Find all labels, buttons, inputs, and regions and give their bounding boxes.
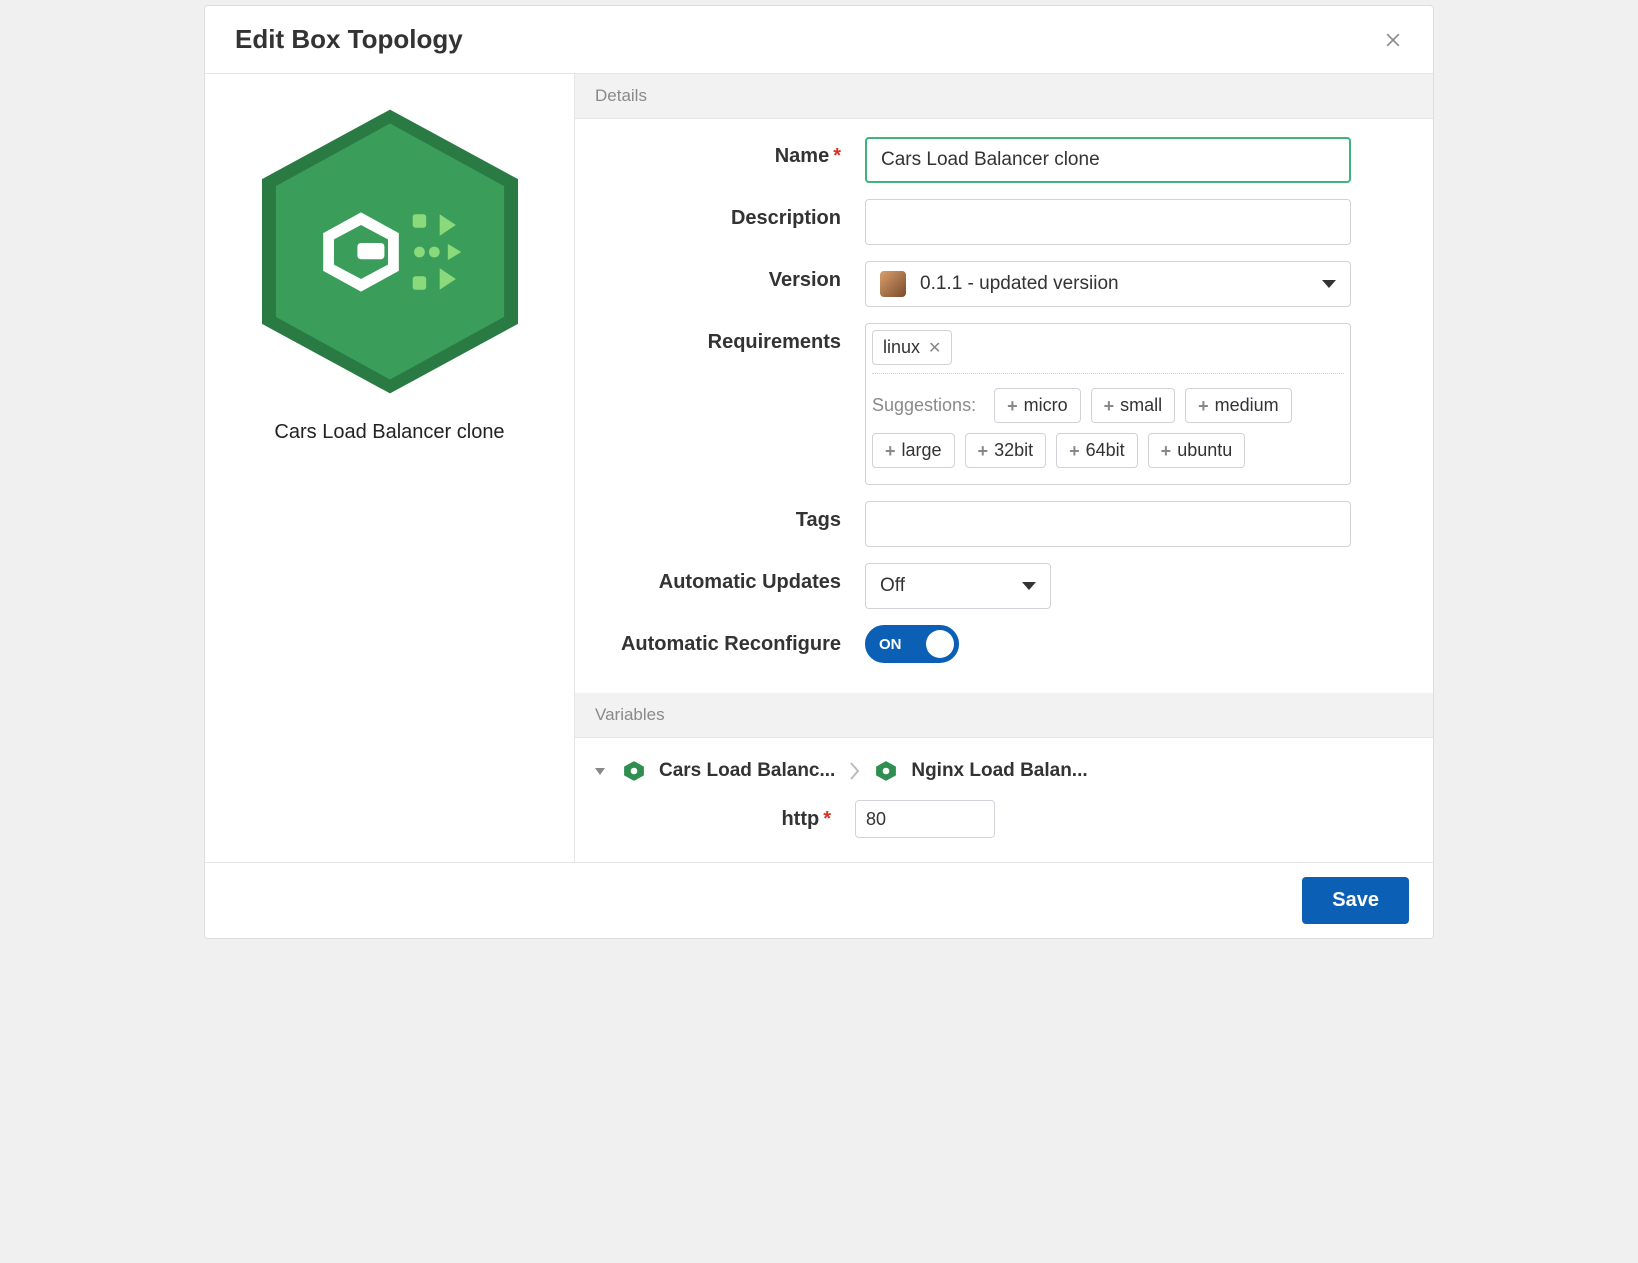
row-tags: Tags	[605, 501, 1403, 547]
plus-icon: +	[1198, 397, 1209, 415]
suggestion-large[interactable]: +large	[872, 433, 955, 468]
chevron-down-icon	[1322, 280, 1336, 288]
avatar-icon	[880, 271, 906, 297]
label-requirements: Requirements	[605, 323, 865, 354]
suggestion-64bit[interactable]: +64bit	[1056, 433, 1138, 468]
box-mini-icon	[875, 760, 897, 782]
suggestion-32bit[interactable]: +32bit	[965, 433, 1047, 468]
plus-icon: +	[1007, 397, 1018, 415]
toggle-knob-icon	[926, 630, 954, 658]
plus-icon: +	[1069, 442, 1080, 460]
variables-body: Cars Load Balanc... Nginx Load Balan... …	[575, 738, 1433, 862]
toggle-on-label: ON	[879, 636, 902, 653]
row-name: Name*	[605, 137, 1403, 183]
label-auto-updates: Automatic Updates	[605, 563, 865, 594]
suggestions-label: Suggestions:	[872, 395, 976, 416]
edit-box-topology-modal: Edit Box Topology	[204, 5, 1434, 939]
remove-tag-icon[interactable]: ✕	[928, 338, 941, 358]
required-marker: *	[833, 145, 841, 167]
requirements-tagbox[interactable]: linux ✕ Suggestions: +micro +small +medi…	[865, 323, 1351, 485]
version-select[interactable]: 0.1.1 - updated versiion	[865, 261, 1351, 307]
suggestion-micro[interactable]: +micro	[994, 388, 1081, 423]
required-marker: *	[823, 808, 831, 830]
close-button[interactable]	[1381, 28, 1405, 52]
suggestion-medium[interactable]: +medium	[1185, 388, 1292, 423]
label-description: Description	[605, 199, 865, 230]
modal-footer: Save	[205, 862, 1433, 938]
http-input[interactable]	[856, 801, 995, 837]
breadcrumb-item[interactable]: Nginx Load Balan...	[911, 760, 1087, 782]
label-version: Version	[605, 261, 865, 292]
main-panel: Details Name* Description	[575, 74, 1433, 862]
label-http: http*	[595, 808, 855, 831]
box-hex-logo	[250, 104, 530, 399]
suggestion-ubuntu[interactable]: +ubuntu	[1148, 433, 1246, 468]
collapse-caret-icon[interactable]	[595, 768, 605, 775]
suggestion-small[interactable]: +small	[1091, 388, 1176, 423]
requirement-tag-linux[interactable]: linux ✕	[872, 330, 952, 365]
name-input[interactable]	[865, 137, 1351, 183]
modal-body: Cars Load Balancer clone Details Name* D…	[205, 74, 1433, 862]
variables-section-header: Variables	[575, 693, 1433, 738]
plus-icon: +	[978, 442, 989, 460]
breadcrumb-separator-icon	[849, 760, 861, 782]
http-input-wrap: ▲ ▼	[855, 800, 995, 838]
row-auto-updates: Automatic Updates Off	[605, 563, 1403, 609]
description-input[interactable]	[865, 199, 1351, 245]
breadcrumb-item[interactable]: Cars Load Balanc...	[659, 760, 835, 782]
modal-title: Edit Box Topology	[235, 24, 463, 55]
close-icon	[1383, 30, 1403, 50]
tags-input[interactable]	[865, 501, 1351, 547]
plus-icon: +	[1161, 442, 1172, 460]
save-button[interactable]: Save	[1302, 877, 1409, 924]
variable-row-http: http* ▲ ▼	[595, 800, 1413, 838]
plus-icon: +	[885, 442, 896, 460]
variables-breadcrumb: Cars Load Balanc... Nginx Load Balan...	[595, 754, 1413, 800]
details-section-header: Details	[575, 74, 1433, 119]
auto-updates-select[interactable]: Off	[865, 563, 1051, 609]
modal-header: Edit Box Topology	[205, 6, 1433, 74]
label-tags: Tags	[605, 501, 865, 532]
box-mini-icon	[623, 760, 645, 782]
auto-reconfigure-toggle[interactable]: ON	[865, 625, 959, 663]
row-description: Description	[605, 199, 1403, 245]
chevron-down-icon	[1022, 582, 1036, 590]
row-version: Version 0.1.1 - updated versiion	[605, 261, 1403, 307]
details-form: Name* Description Version	[575, 119, 1433, 693]
sidebar-box-name: Cars Load Balancer clone	[274, 421, 504, 444]
label-auto-reconfigure: Automatic Reconfigure	[605, 625, 865, 656]
sidebar: Cars Load Balancer clone	[205, 74, 575, 862]
plus-icon: +	[1104, 397, 1115, 415]
label-name: Name*	[605, 137, 865, 168]
auto-updates-value: Off	[880, 575, 905, 597]
hex-glyph-icon	[316, 207, 464, 297]
version-value: 0.1.1 - updated versiion	[920, 273, 1119, 295]
requirements-suggestions: Suggestions: +micro +small +medium +larg…	[872, 373, 1344, 468]
row-auto-reconfigure: Automatic Reconfigure ON	[605, 625, 1403, 663]
row-requirements: Requirements linux ✕ Suggestions: +micro	[605, 323, 1403, 485]
